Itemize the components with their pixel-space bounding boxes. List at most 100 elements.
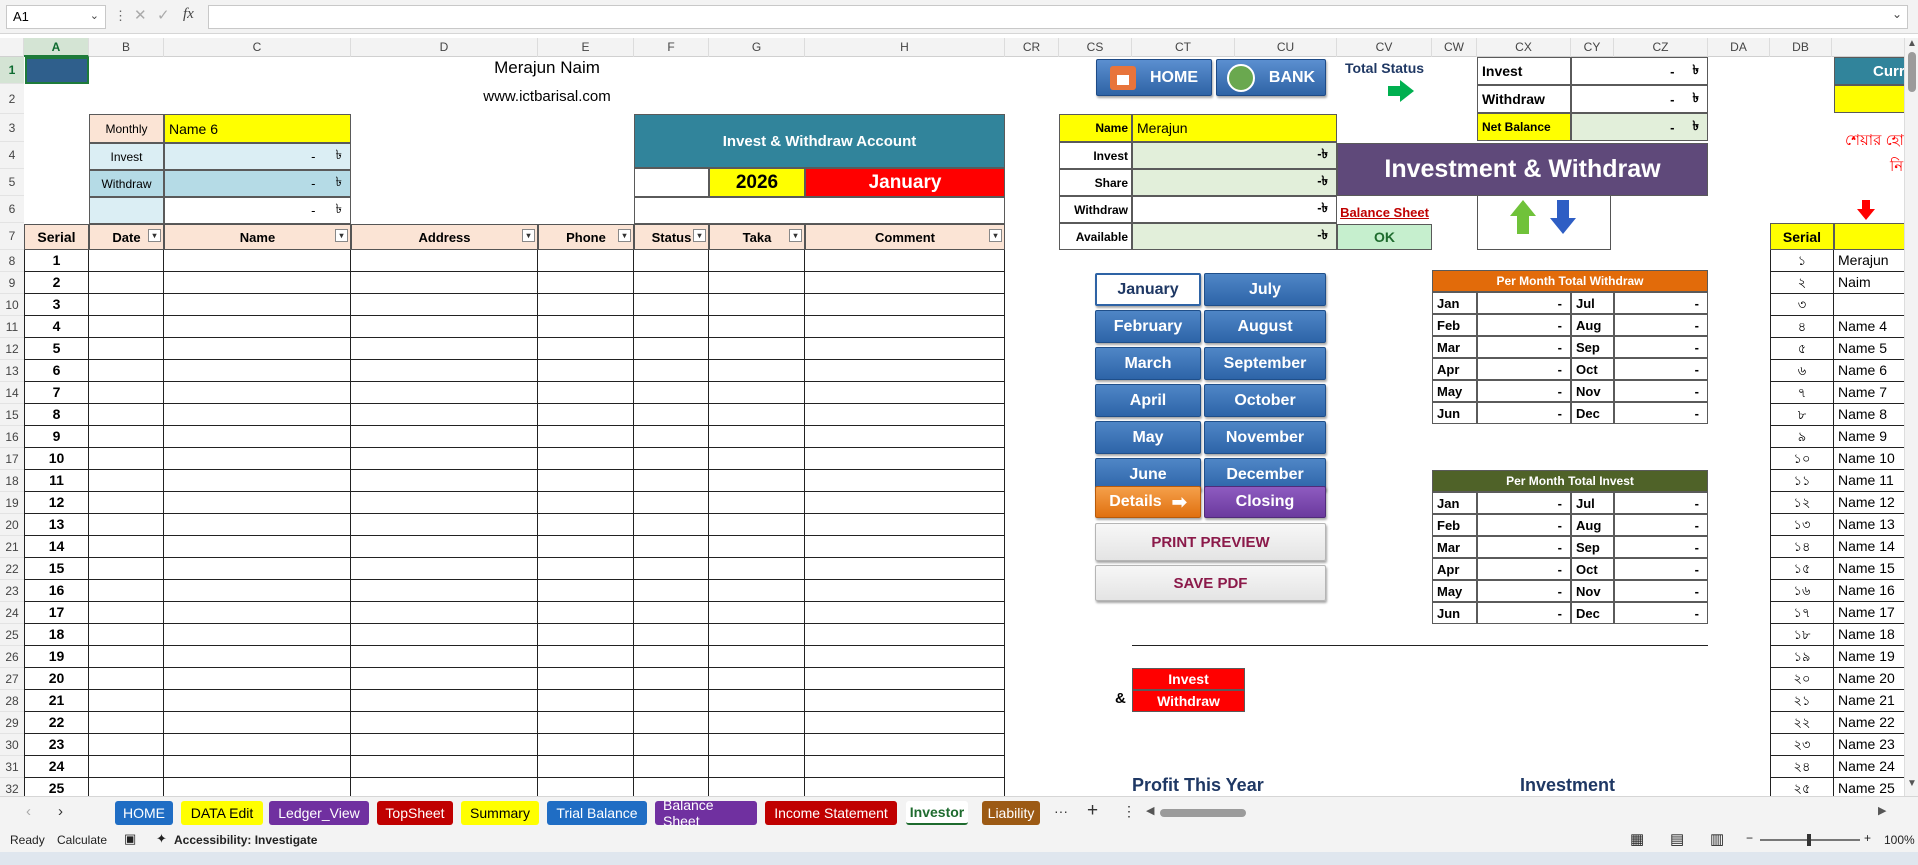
- table-cell[interactable]: [164, 756, 351, 778]
- horizontal-scrollbar[interactable]: ◀ ▶: [1146, 804, 1890, 820]
- table-cell[interactable]: [164, 668, 351, 690]
- formula-input[interactable]: [208, 5, 1908, 29]
- table-cell[interactable]: [89, 404, 164, 426]
- sheet-tab-summary[interactable]: Summary: [461, 801, 539, 825]
- row-header[interactable]: 11: [0, 316, 24, 338]
- month-button-august[interactable]: August: [1204, 310, 1326, 343]
- zoom-out-icon[interactable]: −: [1746, 831, 1753, 845]
- more-tabs-icon[interactable]: ···: [1054, 803, 1068, 819]
- table-cell[interactable]: [634, 602, 709, 624]
- table-cell[interactable]: [538, 294, 634, 316]
- table-cell[interactable]: [634, 316, 709, 338]
- row-header[interactable]: 14: [0, 382, 24, 404]
- table-cell[interactable]: [709, 734, 805, 756]
- table-cell[interactable]: [351, 250, 538, 272]
- column-header[interactable]: B: [89, 38, 164, 57]
- details-button[interactable]: Details ➡: [1095, 486, 1201, 518]
- more-options-icon[interactable]: ⋮: [114, 8, 127, 24]
- column-header[interactable]: CZ: [1614, 38, 1708, 57]
- expand-formula-icon[interactable]: ⌄: [1892, 7, 1902, 21]
- table-cell[interactable]: [709, 316, 805, 338]
- row-header[interactable]: 27: [0, 668, 24, 690]
- insert-function-icon[interactable]: fx: [183, 6, 194, 23]
- table-cell[interactable]: [351, 602, 538, 624]
- table-cell[interactable]: [709, 360, 805, 382]
- table-cell[interactable]: [709, 690, 805, 712]
- table-cell[interactable]: [164, 558, 351, 580]
- table-cell[interactable]: [164, 360, 351, 382]
- prev-sheet-icon[interactable]: ‹: [26, 803, 31, 820]
- table-cell[interactable]: [538, 404, 634, 426]
- accessibility-icon[interactable]: ✦: [156, 831, 167, 847]
- row-header[interactable]: 17: [0, 448, 24, 470]
- table-cell[interactable]: [164, 338, 351, 360]
- table-cell[interactable]: [634, 250, 709, 272]
- table-cell[interactable]: [538, 734, 634, 756]
- table-cell[interactable]: [538, 426, 634, 448]
- column-header[interactable]: CW: [1432, 38, 1477, 57]
- table-cell[interactable]: [634, 404, 709, 426]
- table-cell[interactable]: [538, 360, 634, 382]
- table-cell[interactable]: [164, 272, 351, 294]
- table-cell[interactable]: [634, 470, 709, 492]
- table-cell[interactable]: [351, 316, 538, 338]
- table-cell[interactable]: [89, 470, 164, 492]
- table-cell[interactable]: [538, 272, 634, 294]
- table-cell[interactable]: [89, 294, 164, 316]
- filter-dropdown-icon[interactable]: ▾: [989, 229, 1002, 242]
- enter-icon[interactable]: ✓: [157, 6, 170, 24]
- table-cell[interactable]: [164, 602, 351, 624]
- table-cell[interactable]: [538, 316, 634, 338]
- table-cell[interactable]: [164, 734, 351, 756]
- table-cell[interactable]: [351, 294, 538, 316]
- scroll-right-icon[interactable]: ▶: [1878, 804, 1886, 817]
- table-cell[interactable]: [351, 492, 538, 514]
- table-cell[interactable]: [709, 536, 805, 558]
- table-cell[interactable]: [709, 492, 805, 514]
- column-header[interactable]: DB: [1770, 38, 1832, 57]
- table-cell[interactable]: [805, 492, 1005, 514]
- table-cell[interactable]: [805, 338, 1005, 360]
- table-cell[interactable]: [351, 756, 538, 778]
- table-cell[interactable]: [164, 712, 351, 734]
- name-box[interactable]: A1 ⌄: [6, 5, 106, 29]
- vertical-scrollbar[interactable]: ▲ ▼: [1904, 38, 1918, 796]
- table-cell[interactable]: [351, 338, 538, 360]
- table-cell[interactable]: [89, 712, 164, 734]
- column-header[interactable]: CU: [1235, 38, 1337, 57]
- table-cell[interactable]: [89, 580, 164, 602]
- sheet-tab-data-edit[interactable]: DATA Edit: [181, 801, 263, 825]
- macro-recording-icon[interactable]: ▣: [124, 831, 136, 847]
- row-header[interactable]: 19: [0, 492, 24, 514]
- table-cell[interactable]: [805, 734, 1005, 756]
- table-cell[interactable]: [351, 580, 538, 602]
- table-cell[interactable]: [164, 316, 351, 338]
- table-cell[interactable]: [805, 426, 1005, 448]
- month-button-february[interactable]: February: [1095, 310, 1201, 343]
- row-header[interactable]: 3: [0, 114, 24, 142]
- table-cell[interactable]: [164, 514, 351, 536]
- table-cell[interactable]: [89, 448, 164, 470]
- table-cell[interactable]: [89, 316, 164, 338]
- row-header[interactable]: 25: [0, 624, 24, 646]
- page-break-icon[interactable]: ▥: [1710, 830, 1724, 848]
- table-cell[interactable]: [538, 514, 634, 536]
- column-header[interactable]: H: [805, 38, 1005, 57]
- table-cell[interactable]: [351, 558, 538, 580]
- table-cell[interactable]: [805, 470, 1005, 492]
- table-cell[interactable]: [709, 602, 805, 624]
- add-sheet-icon[interactable]: +: [1087, 800, 1098, 822]
- table-cell[interactable]: [538, 624, 634, 646]
- row-header[interactable]: 31: [0, 756, 24, 778]
- table-cell[interactable]: [89, 734, 164, 756]
- sheet-tab-liability[interactable]: Liability: [982, 801, 1040, 825]
- row-header[interactable]: 8: [0, 250, 24, 272]
- month-button-october[interactable]: October: [1204, 384, 1326, 417]
- table-cell[interactable]: [538, 448, 634, 470]
- scroll-thumb[interactable]: [1908, 52, 1916, 92]
- table-cell[interactable]: [709, 646, 805, 668]
- sheet-tab-home[interactable]: HOME: [115, 801, 173, 825]
- table-cell[interactable]: [351, 272, 538, 294]
- name-value[interactable]: Merajun: [1132, 114, 1337, 142]
- table-cell[interactable]: [805, 404, 1005, 426]
